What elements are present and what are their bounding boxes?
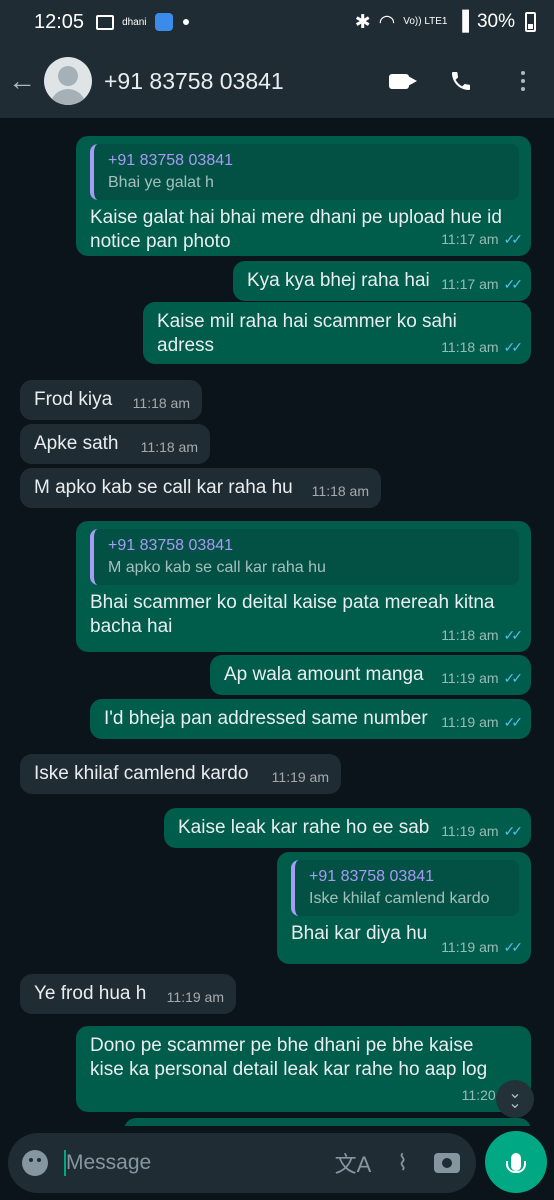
double-chevron-down-icon: ⌄ ⌄ (508, 1085, 522, 1112)
message-bubble-incoming[interactable]: M apko kab se call kar raha hu 11:18 am (20, 468, 381, 508)
message-bubble-outgoing[interactable]: Dono pe scammer pe bhe dhani pe bhe kais… (76, 1026, 531, 1112)
read-ticks-icon: ✓✓ (503, 231, 524, 247)
more-notifications-dot (182, 19, 189, 25)
read-ticks-icon: ✓✓ (503, 670, 524, 686)
voice-call-button[interactable] (430, 56, 492, 106)
message-text: M apko kab se call kar raha hu (34, 477, 293, 498)
message-bubble-outgoing[interactable]: Kya kya bhej raha hai 11:17 am ✓✓ (233, 261, 531, 301)
read-ticks-icon: ✓✓ (503, 627, 524, 643)
signal-icon: ▐ (455, 11, 469, 32)
quote-sender: +91 83758 03841 (108, 152, 234, 169)
quote-sender: +91 83758 03841 (108, 537, 234, 554)
phone-icon (452, 72, 470, 90)
microphone-icon (506, 1153, 526, 1173)
more-options-button[interactable] (492, 56, 554, 106)
three-dots-icon (521, 71, 525, 91)
message-bubble-incoming[interactable]: Frod kiya 11:18 am (20, 380, 202, 420)
contact-name[interactable]: +91 83758 03841 (104, 68, 284, 95)
status-time: 12:05 (34, 10, 85, 33)
chat-header: ← +91 83758 03841 (0, 44, 554, 118)
bluetooth-icon: ✱ (354, 11, 371, 33)
network-label: Vo)) LTE1 (403, 16, 448, 27)
message-bubble-incoming[interactable]: Iske khilaf camlend kardo 11:19 am (20, 754, 341, 794)
message-time: 11:17 am (441, 231, 499, 247)
message-text: Kya kya bhej raha hai (247, 270, 430, 291)
emoji-icon[interactable] (22, 1150, 48, 1176)
camera-icon[interactable] (434, 1153, 460, 1173)
read-ticks-icon: ✓✓ (503, 276, 524, 292)
message-bubble-outgoing[interactable]: +91 83758 03841 Iske khilaf camlend kard… (277, 852, 531, 964)
translate-icon[interactable]: 文A (335, 1147, 372, 1179)
video-camera-icon (389, 73, 417, 89)
message-time: 11:19 am (441, 714, 499, 730)
message-time: 11:19 am (441, 670, 499, 686)
avatar[interactable] (44, 57, 92, 105)
message-time: 11:19 am (441, 939, 499, 955)
message-time: 11:19 am (166, 989, 224, 1005)
message-bubble-outgoing[interactable]: Kaise mil raha hai scammer ko sahi adres… (143, 302, 531, 364)
paperclip-icon[interactable]: ⌇ (397, 1150, 408, 1176)
read-ticks-icon: ✓✓ (503, 714, 524, 730)
back-arrow-icon[interactable]: ← (8, 65, 44, 97)
battery-percent: 30% (476, 11, 515, 32)
message-input[interactable] (66, 1151, 286, 1175)
message-bubble-outgoing[interactable]: Kaise leak kar rahe ho ee sab 11:19 am ✓✓ (164, 808, 531, 848)
message-time: 11:17 am (441, 276, 499, 292)
message-text: Dono pe scammer pe bhe dhani pe bhe kais… (90, 1035, 488, 1080)
message-time: 11:18 am (132, 395, 190, 411)
message-text: Apke sath (34, 433, 119, 454)
message-text: Bhai kar diya hu (291, 923, 428, 944)
message-bubble-outgoing[interactable]: Ap wala amount manga 11:19 am ✓✓ (210, 655, 531, 695)
message-text: Kaise leak kar rahe ho ee sab (178, 817, 430, 838)
message-text: I'd bheja pan addressed same number (104, 708, 428, 729)
gallery-notification-icon (96, 14, 115, 30)
quote-text: M apko kab se call kar raha hu (108, 559, 326, 576)
message-time: 11:19 am (271, 769, 329, 785)
quote-text: Iske khilaf camlend kardo (309, 890, 490, 907)
message-time: 11:18 am (441, 627, 499, 643)
battery-icon (525, 12, 536, 32)
quoted-reply[interactable]: +91 83758 03841 Bhai ye galat h (90, 144, 519, 200)
message-text: Iske khilaf camlend kardo (34, 763, 249, 784)
message-time: 11:18 am (140, 439, 198, 455)
read-ticks-icon: ✓✓ (503, 823, 524, 839)
scroll-to-bottom-button[interactable]: ⌄ ⌄ (496, 1080, 534, 1118)
quoted-reply[interactable]: +91 83758 03841 M apko kab se call kar r… (90, 529, 519, 585)
message-text: Ap wala amount manga (224, 664, 424, 685)
read-ticks-icon: ✓✓ (503, 939, 524, 955)
composer: 文A ⌇ (0, 1126, 554, 1200)
read-ticks-icon: ✓✓ (503, 339, 524, 355)
message-time: 11:18 am (311, 483, 369, 499)
message-bubble-outgoing[interactable]: +91 83758 03841 M apko kab se call kar r… (76, 521, 531, 652)
message-list[interactable]: +91 83758 03841 Bhai ye galat h Kaise ga… (0, 118, 554, 1126)
quote-sender: +91 83758 03841 (309, 868, 435, 885)
video-call-button[interactable] (368, 56, 430, 106)
status-right: ✱ ◠ Vo)) LTE1 ▐ 30% (355, 11, 536, 34)
dhani-notification-label: dhani (122, 16, 147, 28)
message-bubble-outgoing[interactable]: +91 83758 03841 Bhai ye galat h Kaise ga… (76, 136, 531, 256)
message-input-box[interactable]: 文A ⌇ (8, 1133, 476, 1193)
message-text: Kaise mil raha hai scammer ko sahi adres… (157, 311, 457, 356)
quote-text: Bhai ye galat h (108, 174, 214, 191)
message-bubble-incoming[interactable]: Ye frod hua h 11:19 am (20, 974, 236, 1014)
status-bar: 12:05 dhani ✱ ◠ Vo)) LTE1 ▐ 30% (0, 0, 554, 44)
message-bubble-outgoing[interactable]: I'd bheja pan addressed same number 11:1… (90, 699, 531, 739)
message-time: 11:18 am (441, 339, 499, 355)
app-notification-icon (154, 13, 173, 31)
quoted-reply[interactable]: +91 83758 03841 Iske khilaf camlend kard… (291, 860, 519, 916)
message-text: Ye frod hua h (34, 983, 147, 1004)
wifi-icon: ◠ (378, 11, 396, 33)
message-bubble-incoming[interactable]: Apke sath 11:18 am (20, 424, 210, 464)
message-text: Frod kiya (34, 389, 113, 410)
voice-message-button[interactable] (485, 1131, 547, 1193)
message-time: 11:19 am (441, 823, 499, 839)
message-bubble-outgoing-partial[interactable] (124, 1118, 531, 1126)
